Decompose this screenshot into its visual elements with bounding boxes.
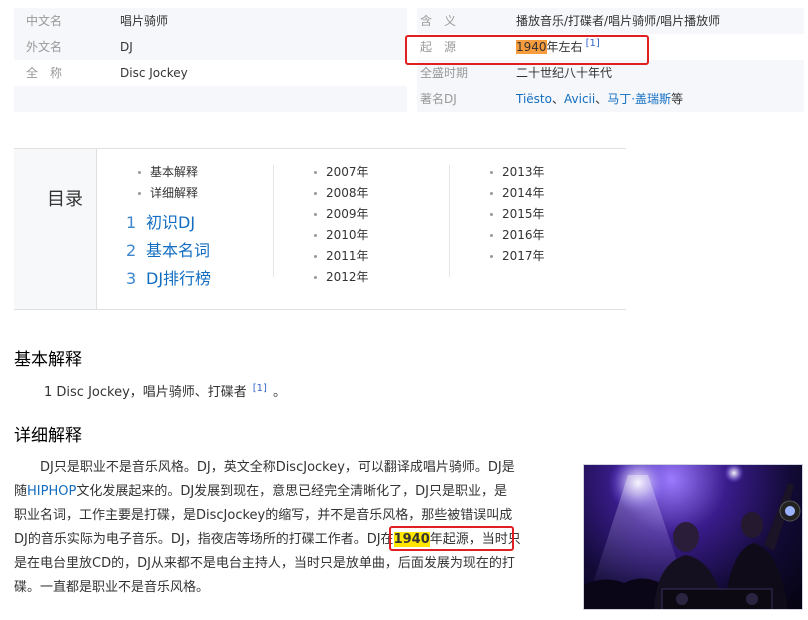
article-line: 碟。一直都是职业不是音乐风格。 xyxy=(14,580,210,595)
article-line: DJ只是职业不是音乐风格。DJ，英文全称DiscJockey，可以翻译成唱片骑师… xyxy=(14,460,515,475)
toc-year-item[interactable]: 2012年 xyxy=(314,268,369,285)
toc-item-label: 详细解释 xyxy=(150,186,199,200)
basic-definition-text: 1 Disc Jockey，唱片骑师、打碟者 xyxy=(44,385,247,400)
hiphop-link[interactable]: HIPHOP xyxy=(27,484,76,499)
turntable-shape xyxy=(676,593,688,605)
toc-item-label: 2016年 xyxy=(502,228,545,242)
separator: 、 xyxy=(551,92,564,106)
dj-link-tiesto[interactable]: Tiësto xyxy=(516,92,552,106)
article-line: 是在电台里放CD的，DJ从来都不是电台主持人，当时只是放单曲，后面发展为现在的打 xyxy=(14,556,515,571)
toc-item-label: 2010年 xyxy=(326,228,369,242)
table-of-contents: 目录 基本解释 详细解释 1 初识DJ 2 基本名词 3 DJ排行榜 2007年 20… xyxy=(14,148,626,310)
toc-year-item[interactable]: 2007年 xyxy=(314,163,369,180)
annotation-box-origin xyxy=(405,35,649,65)
toc-item-label: 2013年 xyxy=(502,165,545,179)
toc-item-label: 2014年 xyxy=(502,186,545,200)
toc-year-item[interactable]: 2017年 xyxy=(490,247,545,264)
toc-year-item[interactable]: 2015年 xyxy=(490,205,545,222)
infobox-value: 唱片骑师 xyxy=(120,14,169,28)
article-line: 随HIPHOP文化发展起来的。DJ发展到现在，意思已经完全清晰化了，DJ只是职业… xyxy=(14,480,558,504)
toc-item-1[interactable]: 1 初识DJ xyxy=(126,209,195,233)
toc-divider xyxy=(449,165,450,277)
dj-link-avicii[interactable]: Avicii xyxy=(564,92,595,106)
toc-item-label: 2012年 xyxy=(326,270,369,284)
annotation-box-origin-sentence xyxy=(389,526,514,551)
toc-item-basic[interactable]: 基本解释 xyxy=(138,163,198,180)
infobox-key: 中文名 xyxy=(26,14,63,28)
toc-item-label: 2017年 xyxy=(502,249,545,263)
famous-dj-suffix: 等 xyxy=(671,92,684,106)
basic-definition-end: 。 xyxy=(272,385,286,400)
infobox-key: 外文名 xyxy=(26,40,63,54)
infobox-row: 著名DJ Tiësto、Avicii、马丁·盖瑞斯等 xyxy=(14,86,804,112)
toc-num: 2 xyxy=(126,241,137,260)
toc-item-label: 2009年 xyxy=(326,207,369,221)
toc-title: 目录 xyxy=(47,189,83,210)
infobox-row: 中文名 唱片骑师 含 义 播放音乐/打碟者/唱片骑师/唱片播放师 xyxy=(14,8,804,34)
basic-definition: 1 Disc Jockey，唱片骑师、打碟者 [1] 。 xyxy=(44,381,286,400)
toc-year-item[interactable]: 2014年 xyxy=(490,184,545,201)
article-text: 随 xyxy=(14,484,28,499)
infobox-value: 播放音乐/打碟者/唱片骑师/唱片播放师 xyxy=(516,14,721,28)
spotlight-shape xyxy=(724,465,744,483)
infobox-key: 著名DJ xyxy=(420,92,457,106)
article-text: DJ的音乐实际为电子音乐。DJ，指夜店等场所的打碟工作者。 xyxy=(14,532,367,547)
article-text: 文化发展起来的。DJ发展到现在，意思已经完全清晰化了，DJ只是职业，是 xyxy=(76,484,508,499)
toc-year-item[interactable]: 2009年 xyxy=(314,205,369,222)
reference-link[interactable]: [1] xyxy=(253,383,267,394)
infobox-value-famous-dj: Tiësto、Avicii、马丁·盖瑞斯等 xyxy=(516,86,683,112)
article-line: 职业名词，工作主要是打碟，是DiscJockey的缩写，并不是音乐风格，那些被错… xyxy=(14,508,513,523)
toc-item-detail[interactable]: 详细解释 xyxy=(138,184,198,201)
infobox-key: 含 义 xyxy=(420,14,457,28)
toc-item-2[interactable]: 2 基本名词 xyxy=(126,237,210,261)
toc-year-item[interactable]: 2008年 xyxy=(314,184,369,201)
dj-link-martin-garrix[interactable]: 马丁·盖瑞斯 xyxy=(607,92,671,106)
dj-photo-illustration xyxy=(584,465,801,609)
toc-year-item[interactable]: 2011年 xyxy=(314,247,369,264)
toc-item-3[interactable]: 3 DJ排行榜 xyxy=(126,265,211,289)
dj-head-shape xyxy=(673,522,699,552)
infobox-value: DJ xyxy=(120,40,133,54)
section-heading-detail: 详细解释 xyxy=(14,426,82,446)
toc-item-label: 2008年 xyxy=(326,186,369,200)
toc-item-label: 2011年 xyxy=(326,249,369,263)
infobox-key: 全 称 xyxy=(26,66,63,80)
toc-title-box: 目录 xyxy=(14,149,97,309)
section-heading-basic: 基本解释 xyxy=(14,350,82,370)
toc-year-item[interactable]: 2016年 xyxy=(490,226,545,243)
dj-head-shape xyxy=(741,512,763,538)
toc-num: 3 xyxy=(126,269,137,288)
toc-item-label: 2007年 xyxy=(326,165,369,179)
toc-year-item[interactable]: 2010年 xyxy=(314,226,369,243)
dj-photo[interactable] xyxy=(583,464,803,610)
toc-item-label: 基本名词 xyxy=(146,241,211,260)
toc-item-label: DJ排行榜 xyxy=(146,269,212,288)
separator: 、 xyxy=(595,92,608,106)
infobox-value: Disc Jockey xyxy=(120,66,188,80)
turntable-shape xyxy=(746,593,758,605)
toc-year-item[interactable]: 2013年 xyxy=(490,163,545,180)
toc-divider xyxy=(273,165,274,277)
toc-item-label: 初识DJ xyxy=(146,213,196,232)
stage-light-lens-shape xyxy=(785,506,795,516)
toc-item-label: 2015年 xyxy=(502,207,545,221)
toc-item-label: 基本解释 xyxy=(150,165,199,179)
toc-num: 1 xyxy=(126,213,137,232)
